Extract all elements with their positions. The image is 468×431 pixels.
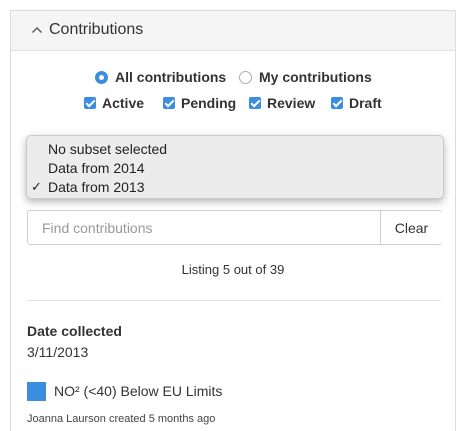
checkbox-checked-icon[interactable] xyxy=(331,97,343,109)
panel-title: Contributions xyxy=(49,21,144,38)
search-group: Clear xyxy=(27,210,442,245)
radio-my-contributions[interactable]: My contributions xyxy=(239,69,372,85)
option-label: Data from 2013 xyxy=(48,179,145,195)
search-input[interactable] xyxy=(28,211,380,244)
subset-dropdown-menu: No subset selected Data from 2014 ✓ Data… xyxy=(26,135,444,199)
contributions-panel: Contributions All contributions My contr… xyxy=(10,10,456,431)
checkbox-checked-icon[interactable] xyxy=(84,97,96,109)
dropdown-option-no-subset[interactable]: No subset selected xyxy=(27,140,443,159)
contribution-meta: Joanna Laurson created 5 months ago xyxy=(27,413,216,425)
checkbox-label: Review xyxy=(267,95,316,111)
contribution-item[interactable]: Date collected 3/11/2013 NO² (<40) Below… xyxy=(27,321,441,425)
radio-all-contributions[interactable]: All contributions xyxy=(95,69,226,85)
checkbox-pending[interactable]: Pending xyxy=(163,95,236,111)
listing-count: Listing 5 out of 39 xyxy=(181,262,285,277)
checkmark-icon: ✓ xyxy=(31,179,42,194)
checkbox-checked-icon[interactable] xyxy=(249,97,261,109)
option-label: No subset selected xyxy=(48,141,168,157)
radio-selected-indicator[interactable] xyxy=(95,70,108,84)
radio-label: My contributions xyxy=(259,69,372,85)
checkbox-checked-icon[interactable] xyxy=(163,97,175,109)
checkbox-review[interactable]: Review xyxy=(249,95,315,111)
checkbox-label: Active xyxy=(102,95,145,111)
scope-filter: All contributions My contributions xyxy=(11,69,455,89)
checkbox-active[interactable]: Active xyxy=(84,95,144,111)
option-label: Data from 2014 xyxy=(48,160,145,176)
divider xyxy=(27,300,441,301)
radio-label: All contributions xyxy=(115,69,227,85)
field-label: Date collected xyxy=(27,323,122,339)
panel-header[interactable]: Contributions xyxy=(11,11,455,51)
chevron-up-icon[interactable] xyxy=(31,26,43,34)
checkbox-label: Pending xyxy=(181,95,237,111)
dropdown-option-2013[interactable]: ✓ Data from 2013 xyxy=(27,178,443,197)
dropdown-option-2014[interactable]: Data from 2014 xyxy=(27,159,443,178)
clear-button[interactable]: Clear xyxy=(380,211,442,244)
status-filter: Active Pending Review Draft xyxy=(11,95,455,115)
checkbox-draft[interactable]: Draft xyxy=(331,95,382,111)
field-value: 3/11/2013 xyxy=(27,344,89,360)
contribution-title[interactable]: NO² (<40) Below EU Limits xyxy=(54,383,222,399)
checkbox-label: Draft xyxy=(349,95,382,111)
radio-unselected-indicator[interactable] xyxy=(239,70,252,84)
category-swatch xyxy=(27,382,46,401)
